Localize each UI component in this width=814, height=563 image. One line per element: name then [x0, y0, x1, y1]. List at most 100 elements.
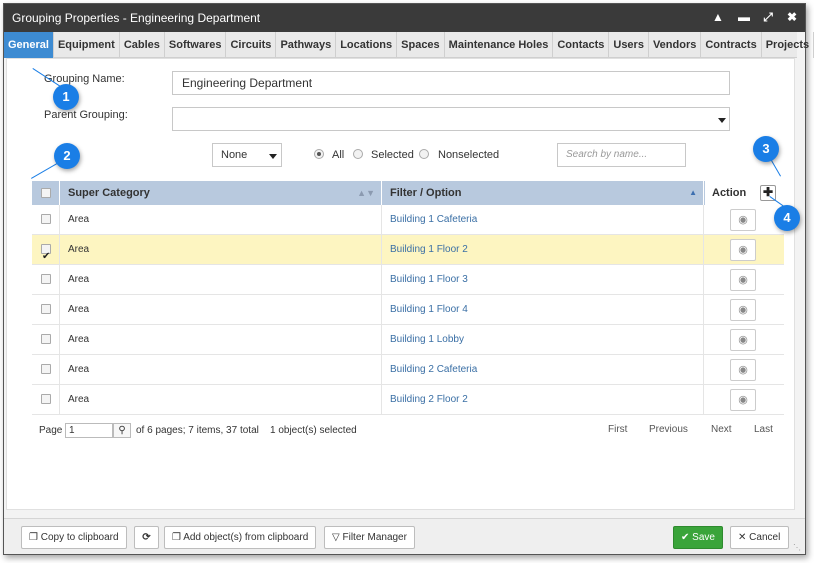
- row-filter-option-link[interactable]: Building 2 Floor 2: [390, 394, 468, 405]
- close-icon[interactable]: ✖: [785, 10, 799, 24]
- tab-maintenance-holes[interactable]: Maintenance Holes: [445, 32, 554, 58]
- row-checkbox[interactable]: [41, 334, 51, 344]
- row-filter-option: Building 1 Floor 2: [382, 235, 704, 265]
- radio-nonselected[interactable]: [419, 149, 429, 159]
- row-filter-option-link[interactable]: Building 2 Cafeteria: [390, 364, 477, 375]
- row-filter-option-link[interactable]: Building 1 Cafeteria: [390, 214, 477, 225]
- view-eye-icon[interactable]: ◉: [730, 389, 756, 411]
- header-action-label: Action: [712, 187, 747, 199]
- radio-selected-label: Selected: [371, 149, 414, 161]
- tab-spaces[interactable]: Spaces: [397, 32, 445, 58]
- tab-equipment[interactable]: Equipment: [54, 32, 120, 58]
- clipboard-icon: ❐: [29, 532, 38, 543]
- row-filter-option-link[interactable]: Building 1 Floor 2: [390, 244, 468, 255]
- tab-contacts[interactable]: Contacts: [553, 32, 610, 58]
- tab-pathways[interactable]: Pathways: [276, 32, 337, 58]
- header-action: Action ✚: [704, 181, 784, 205]
- maximize-icon[interactable]: ⤢: [761, 10, 775, 24]
- cancel-button[interactable]: ✕ Cancel: [730, 526, 789, 549]
- tab-contracts[interactable]: Contracts: [701, 32, 762, 58]
- go-to-page-search-icon[interactable]: ⚲: [113, 423, 131, 438]
- row-action: ◉: [704, 325, 784, 355]
- callout-3: 3: [753, 136, 779, 162]
- tab-users[interactable]: Users: [609, 32, 649, 58]
- table-row[interactable]: Area Building 2 Cafeteria ◉: [32, 355, 784, 385]
- row-filter-option-link[interactable]: Building 1 Lobby: [390, 334, 464, 345]
- view-eye-icon[interactable]: ◉: [730, 269, 756, 291]
- view-eye-icon[interactable]: ◉: [730, 299, 756, 321]
- select-all-checkbox[interactable]: [41, 188, 51, 198]
- row-action: ◉: [704, 355, 784, 385]
- table-row[interactable]: Area Building 1 Lobby ◉: [32, 325, 784, 355]
- view-eye-icon[interactable]: ◉: [730, 329, 756, 351]
- header-super-category[interactable]: Super Category ▲▼: [60, 181, 382, 205]
- row-checkbox[interactable]: [41, 242, 51, 272]
- copy-to-clipboard-button[interactable]: ❐ Copy to clipboard: [21, 526, 127, 549]
- row-checkbox[interactable]: [41, 274, 51, 284]
- page-number-input[interactable]: 1: [65, 423, 113, 438]
- resize-grip-icon[interactable]: ⋱: [793, 543, 801, 552]
- row-super-category: Area: [60, 355, 382, 385]
- previous-page-link[interactable]: Previous: [649, 424, 688, 435]
- header-filter-option[interactable]: Filter / Option ▲: [382, 181, 704, 205]
- row-checkbox[interactable]: [41, 214, 51, 224]
- tab-cables[interactable]: Cables: [120, 32, 165, 58]
- parent-grouping-select[interactable]: [172, 107, 730, 131]
- row-checkbox[interactable]: [41, 304, 51, 314]
- row-super-category: Area: [60, 205, 382, 235]
- tab-circuits[interactable]: Circuits: [226, 32, 277, 58]
- row-checkbox-cell: [32, 385, 60, 415]
- last-page-link[interactable]: Last: [754, 424, 773, 435]
- filter-manager-label: Filter Manager: [342, 532, 407, 543]
- tab-projects[interactable]: Projects: [762, 32, 814, 58]
- chevron-up-icon[interactable]: ▲: [711, 10, 725, 24]
- row-super-category: Area: [60, 235, 382, 265]
- table-row[interactable]: Area Building 2 Floor 2 ◉: [32, 385, 784, 415]
- tab-vendors[interactable]: Vendors: [649, 32, 702, 58]
- tab-general[interactable]: General: [4, 32, 54, 58]
- table-row[interactable]: Area Building 1 Cafeteria ◉: [32, 205, 784, 235]
- minimize-icon[interactable]: ▬: [737, 10, 751, 24]
- page-info: of 6 pages; 7 items, 37 total: [136, 425, 259, 436]
- view-eye-icon[interactable]: ◉: [730, 239, 756, 261]
- title-bar: Grouping Properties - Engineering Depart…: [4, 4, 805, 32]
- header-checkbox-cell: [32, 181, 60, 205]
- row-filter-option: Building 2 Cafeteria: [382, 355, 704, 385]
- tab-locations[interactable]: Locations: [336, 32, 398, 58]
- table-row[interactable]: Area Building 1 Floor 2 ◉: [32, 235, 784, 272]
- table-row[interactable]: Area Building 1 Floor 4 ◉: [32, 295, 784, 325]
- row-super-category: Area: [60, 385, 382, 415]
- view-eye-icon[interactable]: ◉: [730, 359, 756, 381]
- filter-manager-button[interactable]: ▽ Filter Manager: [324, 526, 415, 549]
- row-super-category: Area: [60, 265, 382, 295]
- add-from-clipboard-button[interactable]: ❐ Add object(s) from clipboard: [164, 526, 317, 549]
- cancel-label: Cancel: [749, 532, 781, 543]
- row-super-category-text: Area: [68, 304, 90, 315]
- row-checkbox[interactable]: [41, 364, 51, 374]
- sort-icon: ▲▼: [357, 188, 375, 198]
- grouping-name-input[interactable]: Engineering Department: [172, 71, 730, 95]
- selection-count: 1 object(s) selected: [270, 425, 357, 436]
- view-eye-icon[interactable]: ◉: [730, 209, 756, 231]
- tab-softwares[interactable]: Softwares: [165, 32, 227, 58]
- next-page-link[interactable]: Next: [711, 424, 732, 435]
- row-filter-option-link[interactable]: Building 1 Floor 4: [390, 304, 468, 315]
- row-filter-option-link[interactable]: Building 1 Floor 3: [390, 274, 468, 285]
- table-row[interactable]: Area Building 1 Floor 3 ◉: [32, 265, 784, 295]
- save-button[interactable]: ✔ Save: [673, 526, 723, 549]
- refresh-button[interactable]: ⟳: [134, 526, 159, 549]
- clipboard-add-icon: ❐: [172, 532, 181, 543]
- radio-selected[interactable]: [353, 149, 363, 159]
- row-checkbox-cell: [32, 295, 60, 325]
- chevron-down-icon: [718, 118, 726, 123]
- row-action: ◉: [704, 235, 784, 265]
- dialog-footer: ❐ Copy to clipboard ⟳ ❐ Add object(s) fr…: [4, 518, 805, 554]
- row-super-category-text: Area: [68, 214, 90, 225]
- first-page-link[interactable]: First: [608, 424, 627, 435]
- search-input[interactable]: Search by name...: [557, 143, 686, 167]
- row-checkbox[interactable]: [41, 394, 51, 404]
- radio-all[interactable]: [314, 149, 324, 159]
- row-filter-option: Building 1 Lobby: [382, 325, 704, 355]
- copy-to-clipboard-label: Copy to clipboard: [40, 532, 119, 543]
- callout-2: 2: [54, 143, 80, 169]
